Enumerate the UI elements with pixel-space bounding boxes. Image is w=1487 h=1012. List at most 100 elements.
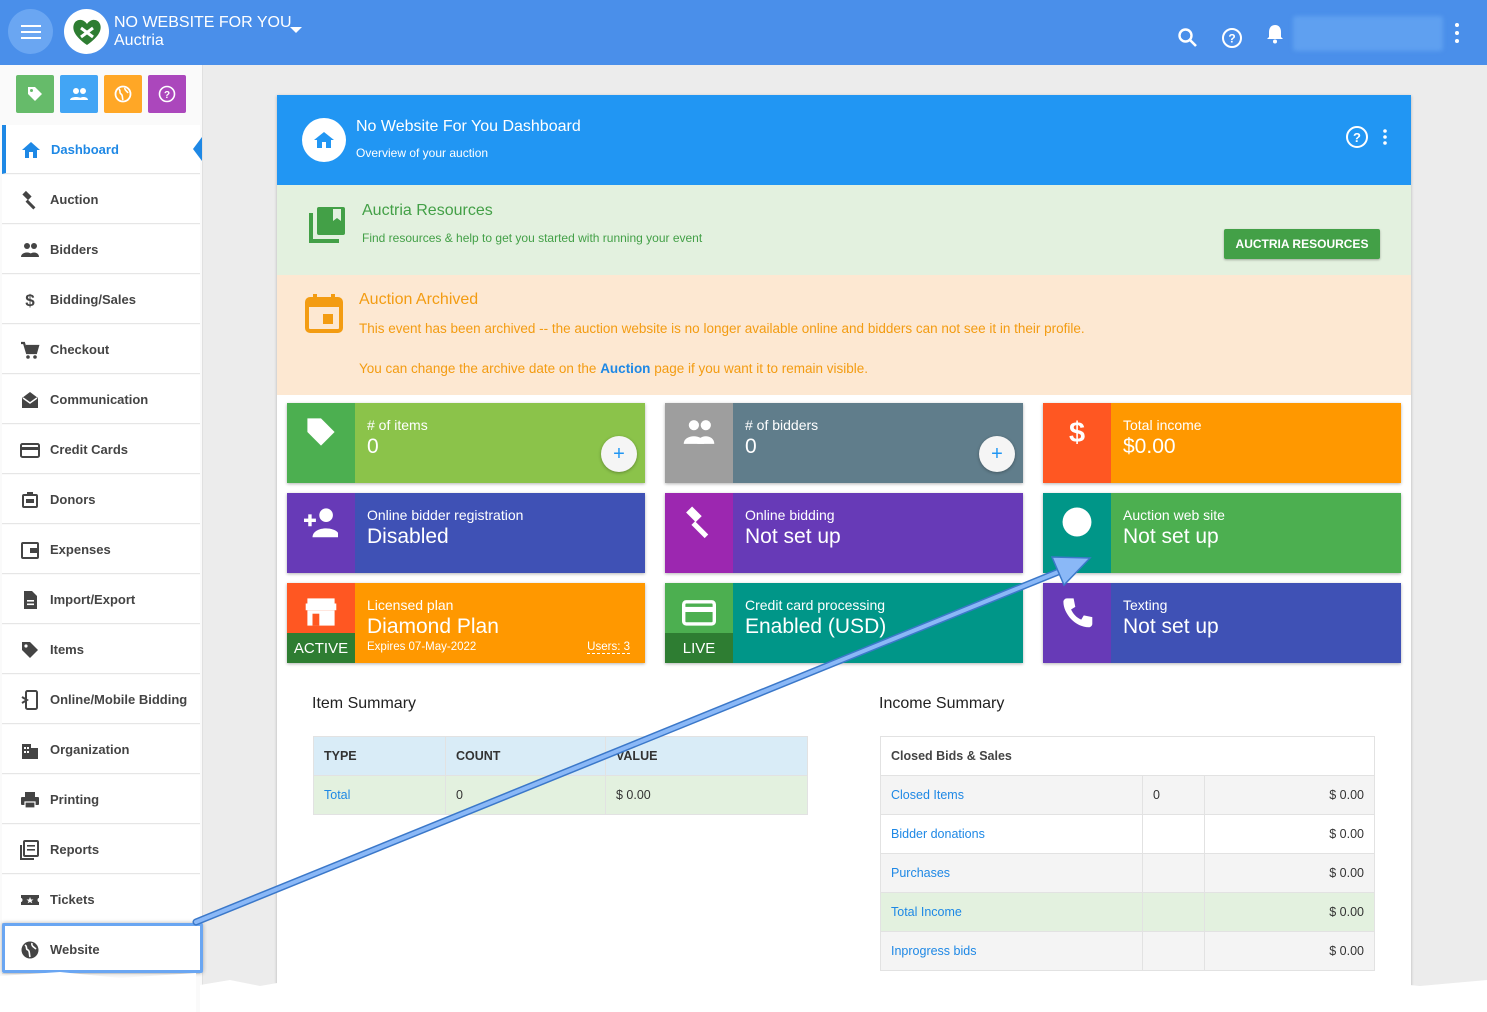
sidebar-item-auction[interactable]: Auction (2, 175, 200, 224)
help-icon[interactable]: ? (1221, 27, 1243, 49)
more-vert-icon[interactable] (1451, 22, 1463, 44)
sidebar-item-reports[interactable]: Reports (2, 825, 200, 874)
tile-texting[interactable]: Texting Not set up (1043, 583, 1401, 663)
org-logo[interactable] (64, 9, 109, 54)
income-summary-title: Income Summary (879, 695, 1005, 712)
total-link[interactable]: Total (313, 775, 446, 815)
tile-value: 0 (745, 435, 757, 458)
sidebar-item-online-mobile-bidding[interactable]: Online/Mobile Bidding (2, 675, 200, 724)
tile-value: Not set up (1123, 525, 1219, 548)
sidebar-item-label: Items (50, 642, 84, 657)
website-highlight-box (2, 923, 203, 973)
quick-items-button[interactable] (16, 75, 54, 113)
sidebar-item-organization[interactable]: Organization (2, 725, 200, 774)
tile-value: Enabled (USD) (745, 615, 887, 638)
sidebar-icon (20, 440, 40, 460)
quick-bidders-button[interactable] (60, 75, 98, 113)
org-subtitle[interactable]: Auctria (114, 32, 164, 50)
table-row: Total Income $ 0.00 (880, 892, 1375, 932)
add-button[interactable]: + (979, 436, 1015, 472)
table-row: Bidder donations $ 0.00 (880, 814, 1375, 854)
tile-online-bidder-registration[interactable]: Online bidder registration Disabled (287, 493, 645, 573)
sidebar-icon (21, 140, 41, 160)
sidebar-item-expenses[interactable]: Expenses (2, 525, 200, 574)
tile-online-bidding[interactable]: Online bidding Not set up (665, 493, 1023, 573)
globe-icon (114, 85, 132, 103)
income-row-link[interactable]: Total Income (880, 892, 1143, 932)
org-dropdown-caret-icon[interactable] (290, 27, 302, 33)
tile-icon-panel (665, 493, 733, 573)
add-button[interactable]: + (601, 436, 637, 472)
sidebar-icon (20, 390, 40, 410)
sidebar-icon (20, 640, 40, 660)
dollar-icon: $ (1069, 417, 1085, 449)
sidebar-item-checkout[interactable]: Checkout (2, 325, 200, 374)
sidebar-item-donors[interactable]: Donors (2, 475, 200, 524)
income-section-header: Closed Bids & Sales (880, 736, 1375, 776)
income-row-link[interactable]: Purchases (880, 853, 1143, 893)
tile-credit-card-processing[interactable]: Credit card processing Enabled (USD) LIVE (665, 583, 1023, 663)
help-icon[interactable]: ? (1345, 125, 1369, 149)
ticket-icon (21, 895, 39, 905)
income-row-link[interactable]: Inprogress bids (880, 931, 1143, 971)
sidebar-item-communication[interactable]: Communication (2, 375, 200, 424)
credit-card-icon (20, 443, 40, 458)
tile-total-income[interactable]: $ Total income $0.00 (1043, 403, 1401, 483)
sidebar-item-import-export[interactable]: Import/Export (2, 575, 200, 624)
plan-expiry: Expires 07-May-2022 (367, 641, 477, 653)
income-row-link[interactable]: Bidder donations (880, 814, 1143, 854)
sidebar-item-bidding-sales[interactable]: $ Bidding/Sales (2, 275, 200, 324)
sidebar-item-tickets[interactable]: Tickets (2, 875, 200, 924)
tile-of-bidders[interactable]: # of bidders 0 + (665, 403, 1023, 483)
tile-label: Licensed plan (367, 597, 454, 613)
app-root: NO WEBSITE FOR YOU Auctria ? ? Dashboard… (0, 0, 1487, 1012)
hamburger-icon (20, 24, 41, 39)
tile-licensed-plan[interactable]: Licensed plan Diamond Plan ACTIVE Expires 0… (287, 583, 645, 663)
tile-label: # of items (367, 417, 428, 433)
table-cell: $ 0.00 (1204, 814, 1375, 854)
quick-website-button[interactable] (104, 75, 142, 113)
auction-page-link[interactable]: Auction (600, 361, 650, 376)
tile-label: Auction web site (1123, 507, 1225, 523)
search-icon[interactable] (1177, 27, 1199, 49)
table-header-row: Closed Bids & Sales (880, 736, 1375, 776)
tile-icon-panel (665, 403, 733, 483)
sidebar-item-label: Online/Mobile Bidding (50, 692, 188, 707)
library-books-icon (309, 207, 345, 243)
table-cell (1142, 892, 1205, 932)
income-row-link[interactable]: Closed Items (880, 775, 1143, 815)
archived-hint-pre: You can change the archive date on the (359, 361, 601, 376)
dashboard-header: No Website For You Dashboard Overview of… (277, 95, 1411, 185)
plan-users-link[interactable]: Users: 3 (587, 641, 630, 654)
user-account-menu[interactable] (1293, 16, 1443, 51)
sidebar-icon: $ (20, 290, 40, 310)
sidebar-icon (20, 790, 40, 810)
sidebar-item-printing[interactable]: Printing (2, 775, 200, 824)
sidebar-item-items[interactable]: Items (2, 625, 200, 674)
sidebar-item-label: Donors (50, 492, 96, 507)
tile-label: Credit card processing (745, 597, 886, 613)
menu-button[interactable] (8, 9, 53, 54)
tile-of-items[interactable]: # of items 0 + (287, 403, 645, 483)
top-bar: NO WEBSITE FOR YOU Auctria ? (0, 0, 1487, 65)
table-row: Purchases $ 0.00 (880, 853, 1375, 893)
auctria-resources-button[interactable]: AUCTRIA RESOURCES (1224, 229, 1380, 259)
tile-value: Not set up (1123, 615, 1219, 638)
bell-icon[interactable] (1264, 23, 1286, 45)
sidebar-item-credit-cards[interactable]: Credit Cards (2, 425, 200, 474)
sidebar-item-bidders[interactable]: Bidders (2, 225, 200, 274)
tag-icon (307, 418, 335, 446)
quick-help-button[interactable]: ? (148, 75, 186, 113)
resources-text: Find resources & help to get you started… (362, 231, 703, 245)
more-vert-icon[interactable] (1380, 128, 1390, 146)
tile-label: # of bidders (745, 417, 819, 433)
org-name[interactable]: NO WEBSITE FOR YOU (114, 14, 292, 31)
table-row: Inprogress bids $ 0.00 (880, 931, 1375, 971)
archived-banner: Auction Archived This event has been arc… (277, 275, 1411, 395)
item-summary-title: Item Summary (312, 695, 417, 712)
donors-icon (22, 492, 38, 508)
svg-text:$: $ (1069, 417, 1085, 449)
tile-auction-web-site[interactable]: Auction web site Not set up (1043, 493, 1401, 573)
cart-icon (21, 341, 40, 359)
sidebar-item-dashboard[interactable]: Dashboard (2, 125, 202, 174)
